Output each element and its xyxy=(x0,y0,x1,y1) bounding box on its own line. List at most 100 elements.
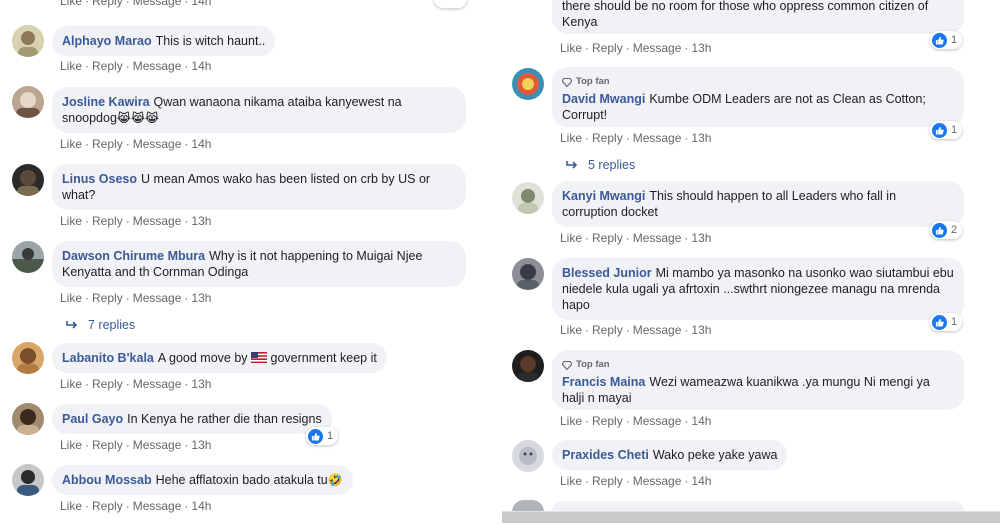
avatar[interactable] xyxy=(12,464,44,496)
avatar[interactable] xyxy=(512,258,544,290)
like-action[interactable]: Like xyxy=(60,377,82,391)
reply-action[interactable]: Reply xyxy=(592,414,623,428)
horizontal-scrollbar[interactable] xyxy=(502,511,1000,523)
like-action[interactable]: Like xyxy=(60,214,82,228)
reply-action[interactable]: Reply xyxy=(92,291,123,305)
message-action[interactable]: Message xyxy=(633,131,682,145)
comment-author[interactable]: Praxides Cheti xyxy=(562,448,649,462)
avatar[interactable] xyxy=(12,86,44,118)
message-action[interactable]: Message xyxy=(133,59,182,73)
separator: · xyxy=(85,214,90,228)
message-action[interactable]: Message xyxy=(633,231,682,245)
reaction-count[interactable] xyxy=(434,0,467,8)
comment-author[interactable]: Labanito B'kala xyxy=(62,351,154,365)
message-action[interactable]: Message xyxy=(133,377,182,391)
reply-action[interactable]: Reply xyxy=(592,474,623,488)
comment-actions: Like · Reply · Message · 13h xyxy=(60,291,214,305)
comment-author[interactable]: Dawson Chirume Mbura xyxy=(62,249,205,263)
timestamp[interactable]: 14h xyxy=(191,137,211,151)
comment-author[interactable]: Alphayo Marao xyxy=(62,34,152,48)
comment-author[interactable]: David Mwangi xyxy=(562,92,645,106)
avatar[interactable] xyxy=(12,403,44,435)
message-action[interactable]: Message xyxy=(133,214,182,228)
like-action[interactable]: Like xyxy=(60,291,82,305)
avatar[interactable] xyxy=(512,440,544,472)
message-action[interactable]: Message xyxy=(633,41,682,55)
avatar[interactable] xyxy=(12,164,44,196)
comment-actions: Like · Reply · Message · 14h xyxy=(560,474,714,488)
avatar[interactable] xyxy=(512,68,544,100)
comment-author[interactable]: Paul Gayo xyxy=(62,412,123,426)
like-action[interactable]: Like xyxy=(560,41,582,55)
reply-action[interactable]: Reply xyxy=(592,41,623,55)
comment-author[interactable]: Francis Maina xyxy=(562,375,645,389)
timestamp[interactable]: 13h xyxy=(191,438,211,452)
reply-action[interactable]: Reply xyxy=(592,131,623,145)
replies-count[interactable]: 7 replies xyxy=(88,318,135,332)
reply-action[interactable]: Reply xyxy=(92,377,123,391)
timestamp[interactable]: 13h xyxy=(191,214,211,228)
avatar[interactable] xyxy=(12,241,44,273)
message-action[interactable]: Message xyxy=(633,414,682,428)
like-action[interactable]: Like xyxy=(60,59,82,73)
like-action[interactable]: Like xyxy=(60,0,82,8)
comment-author[interactable]: Kanyi Mwangi xyxy=(562,189,645,203)
message-action[interactable]: Message xyxy=(633,323,682,337)
separator: · xyxy=(184,499,189,513)
message-action[interactable]: Message xyxy=(133,499,182,513)
timestamp[interactable]: 14h xyxy=(191,0,211,8)
timestamp[interactable]: 14h xyxy=(191,59,211,73)
timestamp[interactable]: 14h xyxy=(691,414,711,428)
reply-action[interactable]: Reply xyxy=(92,0,123,8)
comment-author[interactable]: Josline Kawira xyxy=(62,95,150,109)
separator: · xyxy=(125,499,130,513)
like-action[interactable]: Like xyxy=(560,414,582,428)
comment-author[interactable]: Blessed Junior xyxy=(562,266,652,280)
avatar[interactable] xyxy=(512,182,544,214)
timestamp[interactable]: 13h xyxy=(691,231,711,245)
comment-author[interactable]: Linus Oseso xyxy=(62,172,137,186)
like-action[interactable]: Like xyxy=(560,231,582,245)
like-action[interactable]: Like xyxy=(60,137,82,151)
comment-actions: Like · Reply · Message · 14h xyxy=(560,414,714,428)
timestamp[interactable]: 14h xyxy=(691,474,711,488)
reply-action[interactable]: Reply xyxy=(92,214,123,228)
reaction-number: 1 xyxy=(327,430,334,442)
avatar[interactable] xyxy=(12,342,44,374)
reply-action[interactable]: Reply xyxy=(92,438,123,452)
timestamp[interactable]: 13h xyxy=(691,41,711,55)
comment-author[interactable]: Abbou Mossab xyxy=(62,473,152,487)
timestamp[interactable]: 13h xyxy=(191,377,211,391)
like-action[interactable]: Like xyxy=(60,499,82,513)
reply-action[interactable]: Reply xyxy=(92,137,123,151)
reaction-count[interactable]: 1 xyxy=(930,121,963,139)
timestamp[interactable]: 13h xyxy=(691,131,711,145)
reaction-count[interactable]: 2 xyxy=(930,221,963,239)
reply-action[interactable]: Reply xyxy=(592,323,623,337)
message-action[interactable]: Message xyxy=(133,0,182,8)
message-action[interactable]: Message xyxy=(633,474,682,488)
timestamp[interactable]: 13h xyxy=(191,291,211,305)
avatar[interactable] xyxy=(512,350,544,382)
timestamp[interactable]: 13h xyxy=(691,323,711,337)
reaction-count[interactable]: 1 xyxy=(930,313,963,331)
comment-bubble: Labanito B'kala A good move by government… xyxy=(52,343,387,373)
timestamp[interactable]: 14h xyxy=(191,499,211,513)
view-replies-link[interactable]: 5 replies xyxy=(566,158,635,172)
like-action[interactable]: Like xyxy=(560,131,582,145)
like-action[interactable]: Like xyxy=(560,474,582,488)
like-action[interactable]: Like xyxy=(560,323,582,337)
avatar[interactable] xyxy=(12,25,44,57)
view-replies-link[interactable]: 7 replies xyxy=(66,318,135,332)
reaction-count[interactable]: 1 xyxy=(306,427,339,445)
comment-text: Hehe afflatoxin bado atakula tu xyxy=(155,473,328,487)
reply-action[interactable]: Reply xyxy=(92,499,123,513)
reply-action[interactable]: Reply xyxy=(92,59,123,73)
reply-action[interactable]: Reply xyxy=(592,231,623,245)
message-action[interactable]: Message xyxy=(133,137,182,151)
reaction-count[interactable]: 1 xyxy=(930,31,963,49)
message-action[interactable]: Message xyxy=(133,438,182,452)
message-action[interactable]: Message xyxy=(133,291,182,305)
replies-count[interactable]: 5 replies xyxy=(588,158,635,172)
like-action[interactable]: Like xyxy=(60,438,82,452)
